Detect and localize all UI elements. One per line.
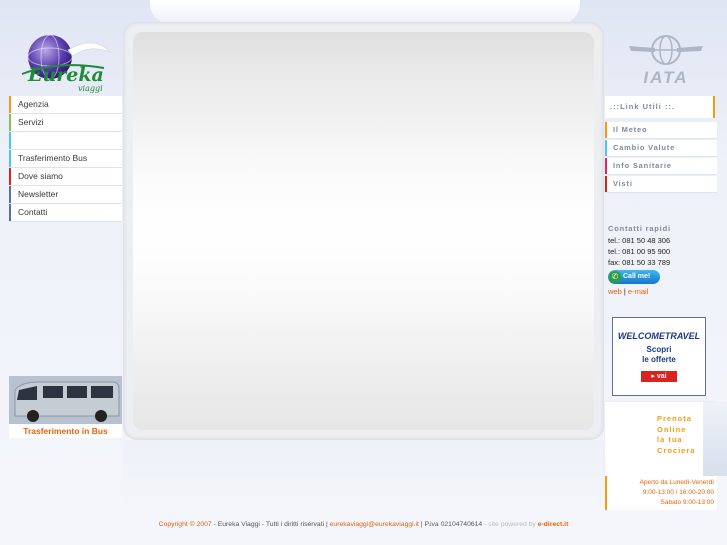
bus-photo <box>9 376 122 424</box>
link-info-sanitarie[interactable]: Info Sanitarie <box>605 158 717 174</box>
welcome-line-1: Scopri <box>646 345 672 354</box>
quick-contacts-title: Contatti rapidi <box>608 224 671 233</box>
link-meteo[interactable]: Il Meteo <box>605 122 717 138</box>
footer-copyright: Copyright © 2007 <box>158 521 212 528</box>
cruise-line-4: Crociera <box>657 445 696 455</box>
menu-item-dove-siamo[interactable]: Dove siamo <box>9 168 122 185</box>
menu-item-newsletter[interactable]: Newsletter <box>9 186 122 203</box>
content-area <box>133 32 594 430</box>
footer-email-link[interactable]: eurekaviaggi@eurekaviaggi.it <box>330 521 419 528</box>
footer-powered-brand[interactable]: e-direct.it <box>538 521 569 528</box>
cruise-text: Prenota Online la tua Crociera <box>657 414 695 456</box>
eureka-logo[interactable]: Eureka viaggi <box>18 30 118 96</box>
footer-piva: | P.iva 02104740614 <box>418 521 483 528</box>
bottom-shade <box>123 440 604 518</box>
welcome-line-2: le offerte <box>642 355 676 364</box>
content-panel <box>123 22 604 440</box>
menu-item-empty[interactable] <box>9 132 122 149</box>
footer-powered: - site powered by <box>482 521 538 528</box>
welcome-go-button[interactable]: ▸ vai <box>641 371 677 382</box>
web-link[interactable]: web <box>608 287 622 296</box>
email-link[interactable]: e-mail <box>628 287 648 296</box>
fax: fax: 081 50 33 789 <box>608 258 671 267</box>
call-me-label: Call me! <box>623 273 651 280</box>
left-column: Eureka viaggi Agenzia Servizi Trasferime… <box>0 22 124 442</box>
cruise-ship-icon <box>703 402 727 476</box>
hours-line-3: Sabato 9:00-13:00 <box>660 499 715 506</box>
hours-line-1: Aperto da Lunedì-Venerdì <box>639 479 714 486</box>
welcome-travel-banner[interactable]: WELCOMETRAVEL Scopri le offerte ▸ vai <box>612 317 706 396</box>
contact-links-separator: | <box>623 287 626 296</box>
opening-hours: Aperto da Lunedì-Venerdì 9:00-13:00 / 16… <box>605 476 717 510</box>
cruise-line-3: la tua <box>657 435 683 444</box>
phone-1: tel.: 081 50 48 306 <box>608 236 671 245</box>
iata-globe-icon <box>629 35 703 65</box>
call-me-button[interactable]: ✆ Call me! <box>608 270 660 284</box>
iata-logo[interactable]: IATA <box>621 32 711 88</box>
hours-line-2: 9:00-13:00 / 16:00-20:00 <box>642 489 714 496</box>
logo-text: Eureka <box>28 64 104 86</box>
phone-icon: ✆ <box>609 271 621 283</box>
main-menu: Agenzia Servizi Trasferimento Bus Dove s… <box>9 96 122 222</box>
quick-contacts: Contatti rapidi tel.: 081 50 48 306 tel.… <box>605 220 717 302</box>
footer-company: - Eureka Viaggi - Tutti i diritti riserv… <box>211 521 330 528</box>
minibus-icon <box>9 376 122 424</box>
bus-transfer-promo[interactable]: Trasferimento in Bus <box>9 376 122 438</box>
menu-item-servizi[interactable]: Servizi <box>9 114 122 131</box>
cruise-line-1: Prenota <box>657 414 692 423</box>
link-visti[interactable]: Visti <box>605 176 717 192</box>
cruise-booking-banner[interactable]: Prenota Online la tua Crociera <box>605 402 727 476</box>
menu-item-agenzia[interactable]: Agenzia <box>9 96 122 113</box>
menu-item-trasferimento-bus[interactable]: Trasferimento Bus <box>9 150 122 167</box>
menu-item-contatti[interactable]: Contatti <box>9 204 122 221</box>
contact-links: web | e-mail <box>605 287 717 296</box>
top-glow <box>150 0 580 24</box>
welcome-go-label: vai <box>656 373 667 380</box>
right-column: IATA .::Link Utili ::. Il Meteo Cambio V… <box>603 22 727 512</box>
welcome-travel-brand: WELCOMETRAVEL <box>617 331 701 341</box>
link-cambio-valute[interactable]: Cambio Valute <box>605 140 717 156</box>
useful-links: Il Meteo Cambio Valute Info Sanitarie Vi… <box>605 122 717 194</box>
globe-logo-icon <box>21 34 111 80</box>
useful-links-title: .::Link Utili ::. <box>605 96 715 118</box>
iata-label: IATA <box>643 68 689 87</box>
phone-2: tel.: 081 00 95 900 <box>608 247 671 256</box>
cruise-line-2: Online <box>657 424 687 434</box>
logo-subtext: viaggi <box>78 84 103 93</box>
bus-promo-caption: Trasferimento in Bus <box>9 424 122 438</box>
footer: Copyright © 2007 - Eureka Viaggi - Tutti… <box>0 519 727 531</box>
